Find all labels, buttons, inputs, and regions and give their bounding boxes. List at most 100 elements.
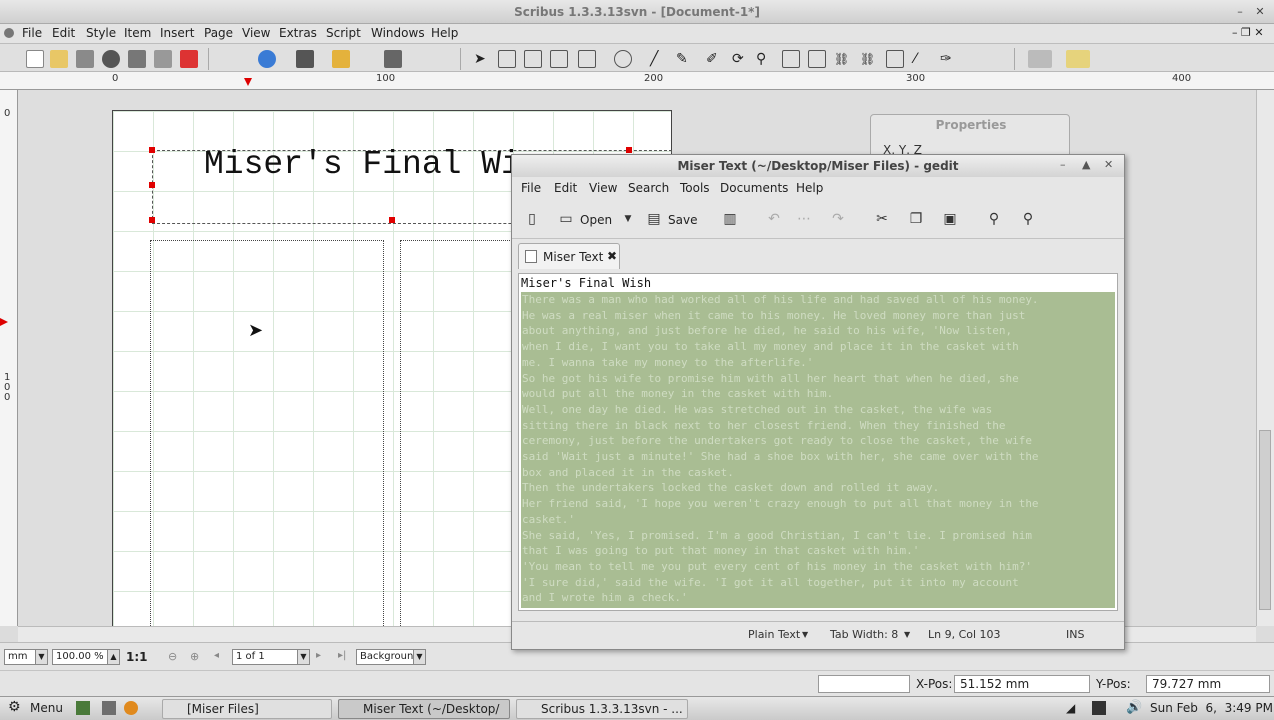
cut-icon[interactable]: ✂ [874, 211, 890, 227]
frame-handle[interactable] [626, 147, 632, 153]
horizontal-ruler[interactable]: 0 100 200 300 400 [0, 72, 1274, 90]
text-frame-icon[interactable] [498, 50, 516, 68]
menu-edit[interactable]: Edit [52, 26, 75, 40]
zoom-out-icon[interactable]: ⊖ [168, 650, 177, 663]
task-gedit[interactable]: Miser Text (~/Desktop/ [338, 699, 510, 719]
frame-handle[interactable] [149, 147, 155, 153]
line-icon[interactable]: ╱ [650, 50, 668, 68]
undo-icon[interactable] [258, 50, 276, 68]
zoom-select[interactable]: 100.00 % ▲ [52, 649, 120, 665]
open-button[interactable]: Open [580, 211, 612, 229]
paste-icon[interactable]: ▣ [942, 211, 958, 227]
menu-insert[interactable]: Insert [160, 26, 194, 40]
menu-style[interactable]: Style [86, 26, 116, 40]
text-editor-area[interactable]: Miser's Final Wish There was a man who h… [518, 273, 1118, 611]
redo-icon[interactable]: ⋯ [796, 211, 812, 227]
freehand-icon[interactable]: ✐ [706, 50, 724, 68]
menu-file[interactable]: File [22, 26, 42, 40]
menu-extras[interactable]: Extras [279, 26, 317, 40]
menu-view[interactable]: View [242, 26, 270, 40]
print-icon[interactable]: ▥ [722, 211, 738, 227]
new-file-icon[interactable]: ▯ [524, 211, 540, 227]
close-tab-icon[interactable]: ✖ [607, 249, 617, 263]
gedit-menu-edit[interactable]: Edit [554, 181, 577, 195]
gedit-menu-file[interactable]: File [521, 181, 541, 195]
gedit-menu-search[interactable]: Search [628, 181, 669, 195]
shape-icon[interactable] [578, 50, 596, 68]
selected-text-block[interactable]: There was a man who had worked all of hi… [521, 292, 1115, 608]
text-column-frame[interactable] [150, 240, 384, 626]
page-select[interactable]: 1 of 1 ▼ [232, 649, 310, 665]
menu-page[interactable]: Page [204, 26, 233, 40]
copy-icon[interactable]: ❐ [908, 211, 924, 227]
edit-text-icon[interactable] [782, 50, 800, 68]
volume-icon[interactable]: 🔊 [1126, 700, 1142, 715]
zoom-ratio-button[interactable]: 1:1 [126, 650, 148, 664]
open-folder-icon[interactable] [50, 50, 68, 68]
table-icon[interactable] [550, 50, 568, 68]
maximize-icon[interactable]: ▲ [1082, 158, 1090, 171]
menu-help[interactable]: Help [431, 26, 458, 40]
measurements-icon[interactable] [886, 50, 904, 68]
scroll-thumb[interactable] [1259, 430, 1271, 610]
cut-icon[interactable] [332, 50, 350, 68]
print-icon[interactable] [128, 50, 146, 68]
search-icon[interactable]: ⚲ [986, 211, 1002, 227]
vertical-ruler[interactable]: 0 1 0 0 [0, 90, 18, 626]
frame-handle[interactable] [389, 217, 395, 223]
tab-width-select[interactable]: Tab Width: 8 [830, 628, 898, 641]
battery-icon[interactable] [1092, 701, 1106, 715]
copy-properties-icon[interactable]: ⁄ [914, 50, 932, 68]
language-mode-select[interactable]: Plain Text [748, 628, 800, 641]
menu-item[interactable]: Item [124, 26, 151, 40]
vertical-scrollbar[interactable] [1256, 90, 1274, 626]
pdf-tools-icon[interactable] [1028, 50, 1052, 68]
browser-launcher-icon[interactable] [124, 701, 138, 715]
close-document-icon[interactable] [102, 50, 120, 68]
task-miser-files[interactable]: [Miser Files] [162, 699, 332, 719]
tab-miser-text[interactable]: Miser Text ✖ [518, 243, 620, 269]
mdi-controls-icon[interactable]: – ❐ ✕ [1232, 26, 1264, 39]
last-page-icon[interactable]: ▸| [338, 650, 346, 661]
gedit-menu-help[interactable]: Help [796, 181, 823, 195]
task-scribus[interactable]: Scribus 1.3.3.13svn - ... [516, 699, 688, 719]
close-icon[interactable]: ✕ [1104, 158, 1113, 171]
close-icon[interactable]: ✕ [1252, 4, 1268, 20]
minimize-icon[interactable]: – [1232, 4, 1248, 20]
gedit-title-bar[interactable]: Miser Text (~/Desktop/Miser Files) - ged… [512, 155, 1124, 177]
bezier-icon[interactable]: ✎ [676, 50, 694, 68]
gedit-window[interactable]: Miser Text (~/Desktop/Miser Files) - ged… [511, 154, 1125, 650]
gedit-menu-tools[interactable]: Tools [680, 181, 710, 195]
redo-icon[interactable]: ↷ [830, 211, 846, 227]
export-pdf-icon[interactable] [180, 50, 198, 68]
network-icon[interactable]: ◢ [1066, 701, 1075, 715]
minimize-icon[interactable]: – [1060, 158, 1066, 171]
gear-icon[interactable]: ⚙ [8, 699, 21, 715]
zoom-in-icon[interactable]: ⊕ [190, 650, 199, 663]
pdf-annotation-icon[interactable] [1066, 50, 1090, 68]
frame-handle[interactable] [149, 217, 155, 223]
edit-contents-icon[interactable] [808, 50, 826, 68]
open-folder-icon[interactable]: ▭ [558, 211, 574, 227]
save-icon[interactable] [76, 50, 94, 68]
search-replace-icon[interactable]: ⚲ [1020, 211, 1036, 227]
save-button[interactable]: Save [668, 211, 697, 229]
menu-windows[interactable]: Windows [371, 26, 425, 40]
unlink-frames-icon[interactable]: ⛓ [860, 50, 878, 68]
settings-launcher-icon[interactable] [102, 701, 116, 715]
gedit-menu-documents[interactable]: Documents [720, 181, 788, 195]
terminal-launcher-icon[interactable] [76, 701, 90, 715]
unit-select[interactable]: mm ▼ [4, 649, 48, 665]
gedit-menu-view[interactable]: View [589, 181, 617, 195]
select-pointer-icon[interactable]: ➤ [474, 50, 492, 68]
preflight-icon[interactable] [154, 50, 172, 68]
chevron-down-icon[interactable]: ▼ [620, 211, 636, 227]
polygon-icon[interactable] [614, 50, 632, 68]
next-page-icon[interactable]: ▸ [316, 650, 321, 661]
layer-select[interactable]: Background ▼ [356, 649, 426, 665]
first-page-icon[interactable]: ◂ [214, 650, 219, 661]
start-menu-button[interactable]: Menu [30, 701, 63, 715]
link-frames-icon[interactable]: ⛓ [834, 50, 852, 68]
paste-icon[interactable] [384, 50, 402, 68]
eyedropper-icon[interactable]: ✑ [940, 50, 958, 68]
